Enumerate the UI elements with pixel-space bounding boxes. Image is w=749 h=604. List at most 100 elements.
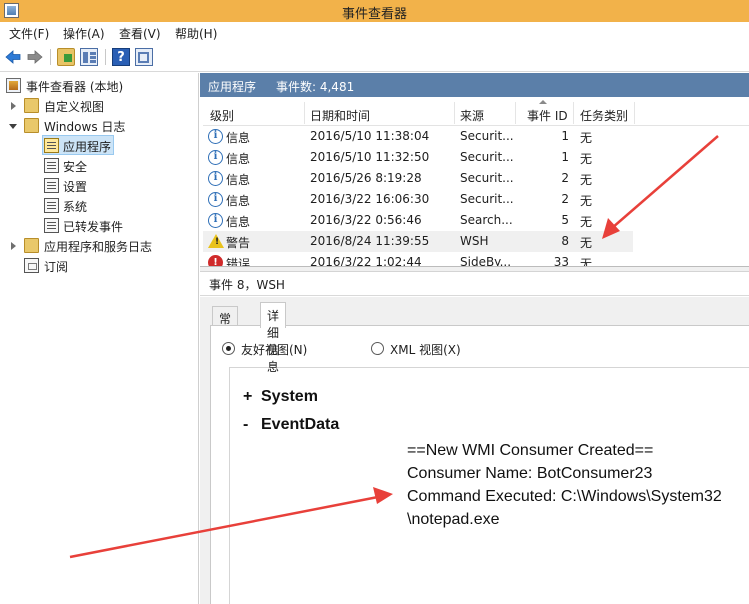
toolbar: ? (0, 43, 749, 72)
info-icon: i (208, 171, 223, 186)
event-datetime: 2016/8/24 11:39:55 (310, 234, 430, 248)
event-id: 33 (553, 255, 569, 266)
event-datetime: 2016/5/10 11:38:04 (310, 129, 430, 143)
tree-label: 自定义视图 (44, 100, 105, 114)
event-source: Search... (460, 213, 513, 227)
tree-item-windows-logs[interactable]: Windows 日志 (0, 116, 199, 136)
event-list[interactable]: 级别 日期和时间 来源 事件 ID 任务类别 i 信息 2016/5/10 11… (203, 100, 749, 266)
column-header-datetime[interactable]: 日期和时间 (310, 107, 370, 124)
folder-icon (24, 118, 39, 133)
node-label: System (261, 388, 318, 405)
column-divider[interactable] (515, 102, 516, 124)
menu-view[interactable]: 查看(V) (119, 25, 161, 42)
event-row[interactable]: i 信息 2016/5/10 11:38:04 Securit... 1 无 (203, 126, 633, 147)
log-icon (44, 178, 59, 193)
tree-label: 安全 (63, 160, 88, 174)
event-row-selected[interactable]: ! 警告 2016/8/24 11:39:55 WSH 8 无 (203, 231, 633, 252)
event-detail-header: 事件 8，WSH (200, 272, 749, 296)
event-viewer-icon (6, 78, 21, 93)
column-header-event-id[interactable]: 事件 ID (527, 107, 568, 124)
event-datetime: 2016/3/22 1:02:44 (310, 255, 422, 266)
tree-item-system[interactable]: 系统 (42, 196, 192, 216)
event-category: 无 (580, 215, 593, 229)
event-data-line: Consumer Name: BotConsumer23 (407, 465, 653, 482)
event-id: 2 (561, 192, 569, 206)
event-count: 事件数: 4,481 (276, 80, 355, 94)
tree-label: 设置 (63, 180, 88, 194)
title-bar: 事件查看器 (0, 0, 749, 22)
event-data-line: Command Executed: C:\Windows\System32 (407, 488, 722, 505)
event-source: Securit... (460, 150, 514, 164)
tree-item-forwarded-events[interactable]: 已转发事件 (42, 216, 192, 236)
tree-item-subscriptions[interactable]: 订阅 (0, 256, 199, 276)
event-level: 信息 (226, 173, 251, 187)
error-icon: ! (208, 255, 223, 266)
tree-item-setup[interactable]: 设置 (42, 176, 192, 196)
event-row[interactable]: i 信息 2016/5/10 11:32:50 Securit... 1 无 (203, 147, 633, 168)
event-row[interactable]: i 信息 2016/3/22 16:06:30 Securit... 2 无 (203, 189, 633, 210)
event-datetime: 2016/3/22 16:06:30 (310, 192, 430, 206)
tree-item-custom-views[interactable]: 自定义视图 (0, 96, 199, 116)
event-id: 5 (561, 213, 569, 227)
column-divider[interactable] (304, 102, 305, 124)
tree-item-application[interactable]: 应用程序 (42, 136, 192, 156)
node-label: EventData (261, 416, 340, 433)
event-category: 无 (580, 257, 593, 266)
menu-action[interactable]: 操作(A) (63, 25, 105, 42)
expand-arrow-icon[interactable] (11, 242, 16, 250)
column-header-level[interactable]: 级别 (210, 107, 234, 124)
event-source: SideBy... (460, 255, 512, 266)
navigation-tree: 事件查看器 (本地) 自定义视图 Windows 日志 应用程序 安全 设置 系… (0, 73, 199, 604)
log-icon (44, 198, 59, 213)
event-level: 警告 (226, 236, 251, 250)
window-title: 事件查看器 (341, 7, 407, 22)
tree-label: 应用程序和服务日志 (44, 240, 153, 254)
column-header-task-category[interactable]: 任务类别 (580, 107, 628, 124)
event-datetime: 2016/5/26 8:19:28 (310, 171, 422, 185)
log-icon (44, 158, 59, 173)
column-divider[interactable] (634, 102, 635, 124)
forward-icon[interactable] (26, 48, 44, 66)
show-hide-tree-icon[interactable] (80, 48, 98, 66)
event-level: 信息 (226, 152, 251, 166)
event-id: 1 (561, 129, 569, 143)
tree-item-security[interactable]: 安全 (42, 156, 192, 176)
event-id: 2 (561, 171, 569, 185)
column-divider[interactable] (454, 102, 455, 124)
tree-label: 订阅 (44, 260, 69, 274)
event-id: 8 (561, 234, 569, 248)
node-eventdata[interactable]: - EventData (243, 416, 339, 434)
event-category: 无 (580, 236, 593, 250)
collapse-toggle[interactable]: - (243, 416, 261, 434)
tree-label: 系统 (63, 200, 88, 214)
info-icon: i (208, 192, 223, 207)
info-icon: i (208, 129, 223, 144)
tree-label: 应用程序 (63, 140, 112, 154)
back-icon[interactable] (4, 48, 22, 66)
open-folder-icon[interactable] (57, 48, 75, 66)
menu-file[interactable]: 文件(F) (9, 25, 49, 42)
radio-label: XML 视图(X) (390, 343, 461, 357)
help-icon[interactable]: ? (112, 48, 130, 66)
node-system[interactable]: + System (243, 388, 318, 406)
log-header: 应用程序 事件数: 4,481 (200, 73, 749, 97)
event-row[interactable]: i 信息 2016/3/22 0:56:46 Search... 5 无 (203, 210, 633, 231)
folder-icon (24, 238, 39, 253)
tree-label: 已转发事件 (63, 220, 124, 234)
tree-item-app-service-logs[interactable]: 应用程序和服务日志 (0, 236, 199, 256)
event-category: 无 (580, 131, 593, 145)
column-divider[interactable] (573, 102, 574, 124)
event-row[interactable]: ! 错误 2016/3/22 1:02:44 SideBy... 33 无 (203, 252, 633, 266)
tree-item-root[interactable]: 事件查看器 (本地) (0, 76, 199, 96)
collapse-arrow-icon[interactable] (9, 124, 17, 129)
tree-label: 事件查看器 (本地) (26, 80, 124, 94)
expand-arrow-icon[interactable] (11, 102, 16, 110)
column-header-source[interactable]: 来源 (460, 107, 484, 124)
event-level: 信息 (226, 215, 251, 229)
tab-details[interactable]: 详细信息 (260, 302, 287, 374)
menu-help[interactable]: 帮助(H) (175, 25, 217, 42)
event-row[interactable]: i 信息 2016/5/26 8:19:28 Securit... 2 无 (203, 168, 633, 189)
event-category: 无 (580, 173, 593, 187)
action-pane-icon[interactable] (135, 48, 153, 66)
expand-toggle[interactable]: + (243, 388, 261, 406)
